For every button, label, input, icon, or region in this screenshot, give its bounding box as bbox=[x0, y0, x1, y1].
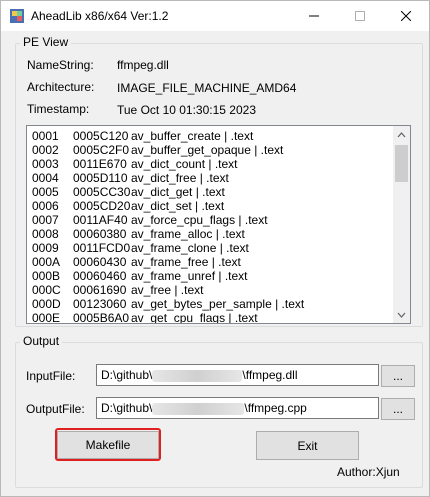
architecture-value: IMAGE_FILE_MACHINE_AMD64 bbox=[117, 81, 297, 95]
export-ordinal: 000A bbox=[32, 255, 61, 269]
minimize-icon bbox=[309, 15, 319, 17]
exports-list: 0001 0005C120 av_buffer_create | .text 0002… bbox=[27, 126, 410, 324]
export-rva: 0011FCD0 bbox=[73, 241, 131, 255]
export-entry: av_get_bytes_per_sample | .text bbox=[131, 297, 305, 311]
author-label: Author:Xjun bbox=[337, 465, 400, 479]
export-entry: av_dict_count | .text bbox=[131, 157, 238, 171]
export-ordinal: 0004 bbox=[32, 171, 59, 185]
export-entry: av_free | .text bbox=[131, 283, 204, 297]
export-row[interactable]: 0008 00060380 av_frame_alloc | .text bbox=[32, 227, 410, 241]
output-file-label: OutputFile: bbox=[26, 402, 85, 416]
export-ordinal: 0003 bbox=[32, 157, 59, 171]
browse-input-button[interactable]: ... bbox=[381, 365, 415, 387]
export-row[interactable]: 0002 0005C2F0 av_buffer_get_opaque | .text bbox=[32, 143, 410, 157]
export-ordinal: 0001 bbox=[32, 129, 59, 143]
timestamp-label: Timestamp: bbox=[27, 102, 90, 116]
export-row[interactable]: 0001 0005C120 av_buffer_create | .text bbox=[32, 129, 410, 143]
export-rva: 00123060 bbox=[73, 297, 127, 311]
input-file-suffix: \ffmpeg.dll bbox=[242, 368, 298, 382]
export-ordinal: 0008 bbox=[32, 227, 59, 241]
scroll-down-button[interactable] bbox=[393, 306, 410, 323]
export-entry: av_get_cpu_flags | .text bbox=[131, 311, 258, 324]
app-icon bbox=[9, 8, 25, 24]
export-rva: 0005C2F0 bbox=[73, 143, 130, 157]
export-ordinal: 0002 bbox=[32, 143, 59, 157]
output-file-field[interactable]: D:\github\ \ffmpeg.cpp bbox=[96, 397, 379, 419]
output-file-prefix: D:\github\ bbox=[101, 401, 153, 415]
export-rva: 00060380 bbox=[73, 227, 127, 241]
close-icon bbox=[401, 11, 411, 21]
export-entry: av_dict_free | .text bbox=[131, 171, 229, 185]
exit-button[interactable]: Exit bbox=[256, 431, 359, 460]
export-row[interactable]: 0004 0005D110 av_dict_free | .text bbox=[32, 171, 410, 185]
export-entry: av_frame_alloc | .text bbox=[131, 227, 245, 241]
export-entry: av_frame_free | .text bbox=[131, 255, 241, 269]
close-button[interactable] bbox=[383, 1, 429, 31]
redacted-path bbox=[152, 369, 243, 382]
export-ordinal: 0007 bbox=[32, 213, 59, 227]
export-rva: 0005D110 bbox=[73, 171, 128, 185]
export-rva: 00060430 bbox=[73, 255, 127, 269]
export-entry: av_dict_set | .text bbox=[131, 199, 225, 213]
export-rva: 0005CC30 bbox=[73, 185, 131, 199]
export-row[interactable]: 0005 0005CC30 av_dict_get | .text bbox=[32, 185, 410, 199]
timestamp-value: Tue Oct 10 01:30:15 2023 bbox=[117, 103, 256, 117]
app-window: AheadLib x86/x64 Ver:1.2 PE View NameStr… bbox=[0, 0, 430, 497]
input-file-prefix: D:\github\ bbox=[101, 368, 153, 382]
export-row[interactable]: 000C 00061690 av_free | .text bbox=[32, 283, 410, 297]
export-row[interactable]: 000A 00060430 av_frame_free | .text bbox=[32, 255, 410, 269]
export-entry: av_dict_get | .text bbox=[131, 185, 225, 199]
input-file-label: InputFile: bbox=[26, 369, 76, 383]
export-rva: 0005CD20 bbox=[73, 199, 131, 213]
export-row[interactable]: 0007 0011AF40 av_force_cpu_flags | .text bbox=[32, 213, 410, 227]
export-ordinal: 000D bbox=[32, 297, 61, 311]
scroll-thumb[interactable] bbox=[395, 145, 408, 182]
output-label: Output bbox=[20, 334, 63, 348]
export-entry: av_force_cpu_flags | .text bbox=[131, 213, 268, 227]
export-entry: av_buffer_get_opaque | .text bbox=[131, 143, 284, 157]
vertical-scrollbar[interactable] bbox=[393, 126, 410, 323]
highlight-annotation bbox=[55, 428, 161, 461]
chevron-up-icon bbox=[397, 131, 406, 137]
architecture-label: Architecture: bbox=[27, 80, 95, 94]
export-ordinal: 000C bbox=[32, 283, 61, 297]
redacted-path bbox=[152, 402, 245, 415]
export-row[interactable]: 0003 0011E670 av_dict_count | .text bbox=[32, 157, 410, 171]
input-file-field[interactable]: D:\github\ \ffmpeg.dll bbox=[96, 364, 379, 386]
export-ordinal: 000B bbox=[32, 269, 61, 283]
export-row[interactable]: 000E 0005B6A0 av_get_cpu_flags | .text bbox=[32, 311, 410, 324]
exports-listbox[interactable]: 0001 0005C120 av_buffer_create | .text 0002… bbox=[26, 125, 411, 324]
minimize-button[interactable] bbox=[291, 1, 337, 31]
export-entry: av_frame_unref | .text bbox=[131, 269, 248, 283]
title-bar[interactable]: AheadLib x86/x64 Ver:1.2 bbox=[1, 1, 429, 31]
pe-view-label: PE View bbox=[20, 35, 72, 49]
browse-output-button[interactable]: ... bbox=[381, 398, 415, 420]
export-rva: 0005B6A0 bbox=[73, 311, 130, 324]
window-title: AheadLib x86/x64 Ver:1.2 bbox=[31, 9, 169, 23]
export-rva: 0011E670 bbox=[73, 157, 127, 171]
scroll-up-button[interactable] bbox=[393, 126, 410, 143]
export-rva: 0011AF40 bbox=[73, 213, 128, 227]
export-entry: av_buffer_create | .text bbox=[131, 129, 254, 143]
maximize-icon bbox=[355, 11, 365, 21]
export-ordinal: 0006 bbox=[32, 199, 59, 213]
export-entry: av_frame_clone | .text bbox=[131, 241, 249, 255]
export-row[interactable]: 0006 0005CD20 av_dict_set | .text bbox=[32, 199, 410, 213]
maximize-button[interactable] bbox=[337, 1, 383, 31]
output-file-suffix: \ffmpeg.cpp bbox=[244, 401, 307, 415]
export-rva: 0005C120 bbox=[73, 129, 129, 143]
export-row[interactable]: 000B 00060460 av_frame_unref | .text bbox=[32, 269, 410, 283]
export-row[interactable]: 000D 00123060 av_get_bytes_per_sample | .t… bbox=[32, 297, 410, 311]
export-rva: 00061690 bbox=[73, 283, 127, 297]
chevron-down-icon bbox=[397, 312, 406, 318]
export-ordinal: 000E bbox=[32, 311, 61, 324]
export-row[interactable]: 0009 0011FCD0 av_frame_clone | .text bbox=[32, 241, 410, 255]
namestring-label: NameString: bbox=[27, 58, 94, 72]
export-ordinal: 0005 bbox=[32, 185, 59, 199]
namestring-value: ffmpeg.dll bbox=[117, 58, 169, 72]
export-ordinal: 0009 bbox=[32, 241, 59, 255]
export-rva: 00060460 bbox=[73, 269, 127, 283]
